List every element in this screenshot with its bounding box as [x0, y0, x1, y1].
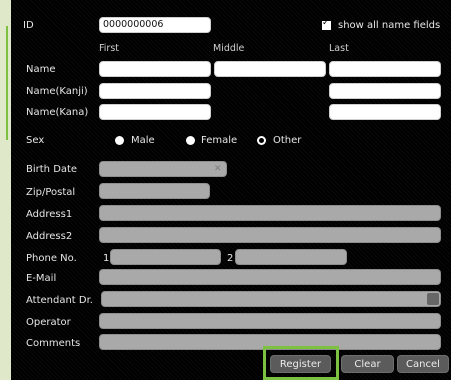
- name-kanji-last-field[interactable]: [329, 83, 441, 99]
- col-last-header: Last: [329, 43, 349, 54]
- email-label: E-Mail: [26, 273, 57, 284]
- col-middle-header: Middle: [213, 43, 245, 54]
- name-kanji-label: Name(Kanji): [26, 86, 88, 97]
- register-button[interactable]: Register: [270, 355, 331, 373]
- cancel-button[interactable]: Cancel: [397, 355, 449, 373]
- sex-female-radio[interactable]: [186, 136, 195, 145]
- show-all-names-label: show all name fields: [338, 20, 441, 31]
- name-last-field[interactable]: [329, 61, 441, 77]
- operator-field[interactable]: [99, 313, 441, 329]
- sex-other-label: Other: [273, 135, 302, 146]
- col-first-header: First: [99, 43, 119, 54]
- sex-male-label: Male: [131, 135, 155, 146]
- sex-other-radio[interactable]: [257, 136, 266, 145]
- phone1-field[interactable]: [110, 249, 221, 265]
- clear-button[interactable]: Clear: [341, 355, 394, 373]
- sex-label: Sex: [26, 135, 45, 146]
- birth-date-label: Birth Date: [26, 164, 78, 175]
- close-icon[interactable]: ✕: [214, 163, 222, 175]
- phone2-field[interactable]: [235, 249, 347, 265]
- phone-index-2: 2: [227, 253, 234, 264]
- address2-field[interactable]: [99, 227, 441, 243]
- id-label: ID: [23, 20, 34, 31]
- phone-label: Phone No.: [26, 253, 77, 264]
- comments-label: Comments: [26, 338, 81, 349]
- zip-label: Zip/Postal: [26, 187, 76, 198]
- name-kana-last-field[interactable]: [329, 104, 441, 120]
- name-first-field[interactable]: [99, 61, 211, 77]
- birth-date-field[interactable]: [99, 161, 227, 177]
- address1-label: Address1: [26, 209, 73, 220]
- email-field[interactable]: [99, 269, 441, 285]
- id-field[interactable]: 0000000006: [99, 17, 211, 33]
- registration-panel: ID 0000000006 show all name fields First…: [11, 0, 451, 380]
- address1-field[interactable]: [99, 205, 441, 221]
- name-kanji-first-field[interactable]: [99, 83, 211, 99]
- address2-label: Address2: [26, 231, 73, 242]
- show-all-names-checkbox[interactable]: [322, 18, 331, 30]
- attendant-label: Attendant Dr.: [26, 295, 93, 306]
- name-label: Name: [26, 64, 56, 75]
- attendant-select[interactable]: [101, 291, 441, 307]
- sex-female-label: Female: [201, 135, 238, 146]
- chevron-down-icon[interactable]: [427, 293, 439, 305]
- name-kana-label: Name(Kana): [26, 107, 89, 118]
- name-middle-field[interactable]: [214, 61, 326, 77]
- phone-index-1: 1: [103, 253, 110, 264]
- sex-male-radio[interactable]: [115, 136, 124, 145]
- zip-field[interactable]: [99, 183, 210, 199]
- callout-vline: [6, 26, 8, 140]
- operator-label: Operator: [26, 317, 71, 328]
- name-kana-first-field[interactable]: [99, 104, 211, 120]
